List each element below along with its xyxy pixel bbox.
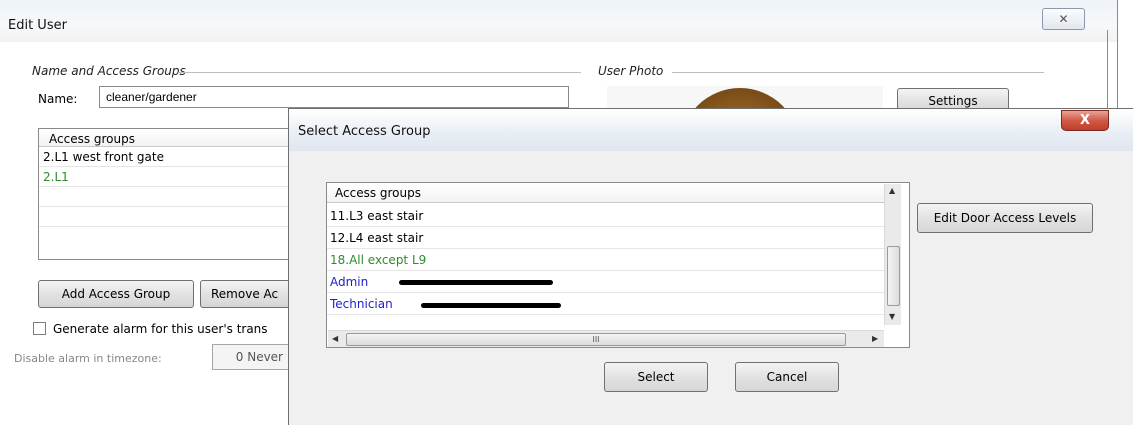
list-item-empty (39, 207, 307, 227)
access-group-label: 12.L4 east stair (330, 231, 424, 245)
scroll-grip-icon: III (592, 335, 600, 344)
cancel-button[interactable]: Cancel (735, 362, 839, 392)
timezone-field[interactable]: 0 Never (212, 344, 292, 370)
access-groups-list[interactable]: Access groups 2.L1 west front gate 2.L1 (38, 128, 308, 260)
group-divider (178, 72, 581, 73)
edit-user-close-button[interactable]: ✕ (1042, 8, 1085, 30)
scroll-down-icon[interactable]: ▼ (889, 312, 895, 321)
horizontal-scrollbar[interactable]: ◀ III ▶ (328, 330, 884, 347)
list-item-empty (39, 187, 307, 207)
edit-user-title: Edit User (8, 18, 67, 33)
generate-alarm-label: Generate alarm for this user's trans (53, 322, 268, 336)
list-item[interactable]: 2.L1 west front gate (39, 147, 307, 167)
disable-alarm-label: Disable alarm in timezone: (14, 352, 162, 365)
access-group-label: 11.L3 east stair (330, 209, 424, 223)
close-icon: X (1079, 113, 1091, 128)
list-item[interactable]: 18.All except L9 (327, 249, 885, 271)
dialog-title: Select Access Group (298, 124, 431, 139)
access-groups-header[interactable]: Access groups (39, 129, 307, 147)
dialog-close-button[interactable]: X (1061, 110, 1109, 131)
generate-alarm-checkbox[interactable] (33, 322, 46, 335)
user-photo-label: User Photo (598, 64, 664, 78)
redaction-bar (399, 280, 553, 285)
add-access-group-button[interactable]: Add Access Group (38, 280, 194, 308)
name-access-groups-label: Name and Access Groups (32, 64, 186, 78)
select-button[interactable]: Select (604, 362, 708, 392)
list-item[interactable]: 12.L4 east stair (327, 227, 885, 249)
scroll-right-icon[interactable]: ▶ (872, 334, 878, 343)
vertical-scrollbar[interactable]: ▲ ▼ (884, 184, 901, 325)
list-item[interactable]: 2.L1 (39, 167, 307, 187)
list-item[interactable]: Admin (327, 271, 885, 293)
name-input[interactable] (99, 86, 569, 108)
redaction-bar (421, 303, 561, 308)
group-divider (672, 72, 1044, 73)
access-group-label: 18.All except L9 (330, 253, 427, 267)
access-group-label: 2.L1 west front gate (43, 150, 164, 164)
scroll-up-icon[interactable]: ▲ (889, 186, 895, 195)
name-label: Name: (38, 92, 78, 106)
list-item[interactable]: 11.L3 east stair (327, 205, 885, 227)
access-group-label: 2.L1 (43, 170, 69, 184)
access-group-label: Admin (330, 275, 369, 289)
edit-door-access-levels-button[interactable]: Edit Door Access Levels (917, 203, 1093, 233)
edit-user-titlebar[interactable] (0, 0, 1118, 42)
access-groups-select-list[interactable]: Access groups 11.L3 east stair 12.L4 eas… (326, 182, 910, 348)
vertical-scroll-thumb[interactable] (887, 246, 900, 306)
horizontal-scroll-thumb[interactable]: III (346, 333, 846, 346)
access-groups-column-header[interactable]: Access groups (327, 183, 895, 203)
list-item[interactable]: Technician (327, 293, 885, 315)
scroll-left-icon[interactable]: ◀ (332, 334, 338, 343)
access-group-label: Technician (330, 297, 393, 311)
close-icon: ✕ (1058, 12, 1069, 26)
